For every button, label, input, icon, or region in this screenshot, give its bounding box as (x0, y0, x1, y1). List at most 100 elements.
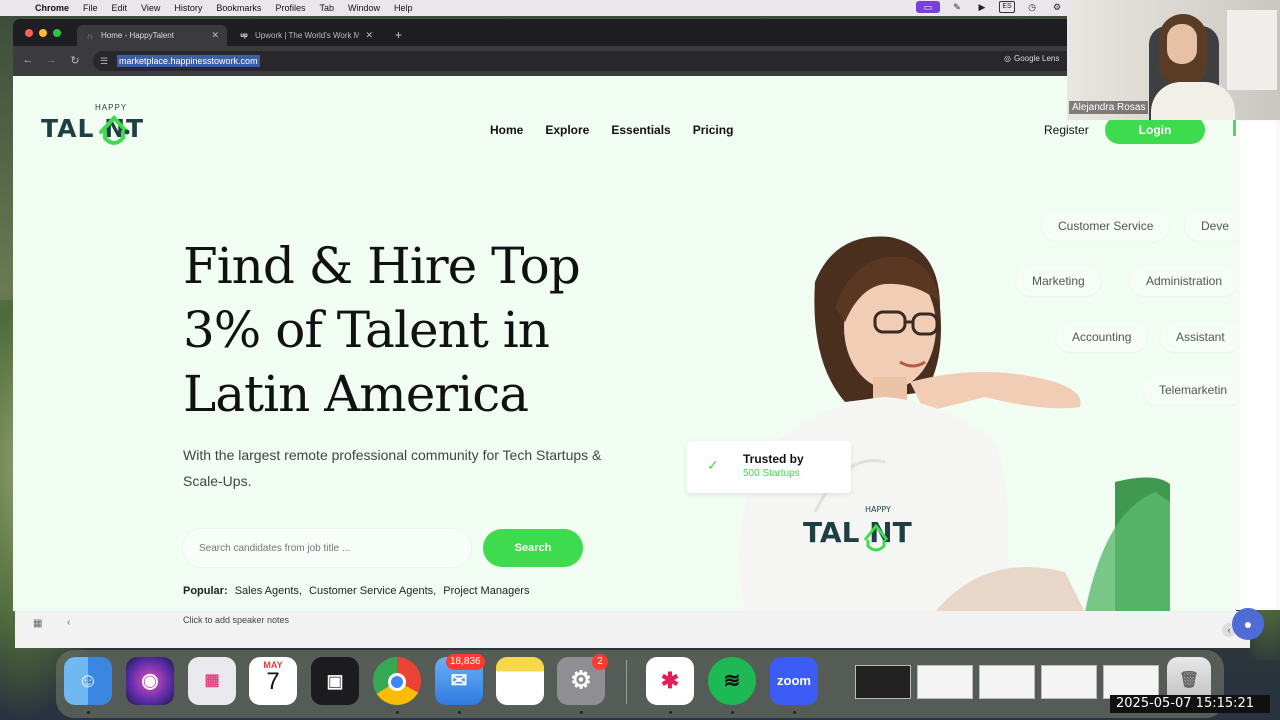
popular-link-customer-service[interactable]: Customer Service Agents, (309, 585, 436, 597)
search-button[interactable]: Search (483, 529, 583, 567)
menu-help[interactable]: Help (387, 3, 420, 13)
happytalent-favicon-icon: ∩ (86, 30, 94, 41)
tab-happytalent[interactable]: ∩ Home - HappyTalent ✕ (77, 25, 227, 46)
popular-link-sales-agents[interactable]: Sales Agents, (235, 585, 302, 597)
minimized-window-thumb[interactable] (855, 665, 911, 699)
menu-tab[interactable]: Tab (312, 3, 341, 13)
zoom-window-button[interactable] (53, 29, 61, 37)
chip-development[interactable]: Deve (1185, 211, 1236, 241)
presentation-side-panel (1236, 120, 1280, 610)
candidate-search-input[interactable]: Search candidates from job title ... (183, 529, 471, 567)
web-page: HAPPY TAL NT Home Explore Essentials Pri… (13, 76, 1236, 611)
chevron-left-icon[interactable]: ‹ (67, 617, 70, 628)
popular-label: Popular: (183, 585, 228, 597)
menu-bookmarks[interactable]: Bookmarks (209, 3, 268, 13)
close-window-button[interactable] (25, 29, 33, 37)
close-tab-icon[interactable]: ✕ (365, 30, 373, 41)
nav-explore[interactable]: Explore (545, 123, 589, 137)
site-info-icon[interactable]: ☰ (100, 56, 116, 67)
play-icon[interactable]: ▶ (974, 1, 990, 13)
checkmark-icon: ✓ (707, 457, 719, 473)
forward-icon[interactable]: → (44, 54, 58, 66)
nav-pricing[interactable]: Pricing (693, 123, 734, 137)
speaker-notes-input[interactable]: Click to add speaker notes (183, 615, 289, 625)
google-lens-button[interactable]: ◎ Google Lens (1004, 54, 1059, 63)
url-text[interactable]: marketplace.happinesstowork.com (117, 55, 260, 67)
participant-name: Alejandra Rosas (1069, 101, 1149, 114)
dock-running-dot (87, 711, 90, 714)
speaker-notes-bar: ▦ ‹ Click to add speaker notes ‹ (15, 611, 1250, 648)
menu-profiles[interactable]: Profiles (268, 3, 312, 13)
menu-app-name[interactable]: Chrome (28, 3, 76, 13)
dock-running-dot (396, 711, 399, 714)
grid-view-icon[interactable]: ▦ (33, 618, 42, 629)
time-machine-icon[interactable]: ◷ (1024, 1, 1040, 13)
input-source-icon[interactable]: ES (999, 1, 1015, 13)
window-controls (25, 29, 61, 37)
tab-title: Upwork | The World's Work Ma (255, 31, 360, 40)
close-tab-icon[interactable]: ✕ (211, 30, 219, 41)
side-panel-inner (1240, 122, 1276, 608)
screen-share-icon[interactable]: ▭ (916, 1, 940, 13)
notes-icon[interactable] (496, 657, 544, 705)
minimized-window-thumb[interactable] (917, 665, 973, 699)
chip-telemarketing[interactable]: Telemarketin (1143, 375, 1236, 405)
chip-administration[interactable]: Administration (1130, 266, 1236, 296)
address-bar[interactable]: ☰ marketplace.happinesstowork.com ◎ Goog… (93, 51, 1236, 71)
video-face (1167, 24, 1197, 64)
launchpad-icon[interactable]: ▦ (188, 657, 236, 705)
menu-history[interactable]: History (167, 3, 209, 13)
tab-upwork[interactable]: up Upwork | The World's Work Ma ✕ (231, 25, 381, 46)
nav-essentials[interactable]: Essentials (611, 123, 670, 137)
pen-icon[interactable]: ✎ (949, 1, 965, 13)
minimized-window-thumb[interactable] (1041, 665, 1097, 699)
hero-woman-image: HAPPY TAL NT (739, 236, 1170, 611)
search-placeholder: Search candidates from job title ... (199, 542, 351, 554)
nav-home[interactable]: Home (490, 123, 523, 137)
hero-title-line: 3% of Talent in (183, 301, 550, 359)
register-link[interactable]: Register (1044, 123, 1089, 137)
zoom-icon[interactable]: zoom (770, 657, 818, 705)
chrome-icon[interactable] (373, 657, 421, 705)
hero-subtitle: With the largest remote professional com… (183, 447, 602, 489)
badge-subtitle: 500 Startups (743, 468, 800, 479)
popular-link-project-managers[interactable]: Project Managers (443, 585, 529, 597)
new-tab-icon[interactable]: + (395, 28, 402, 42)
chip-assistant[interactable]: Assistant (1160, 322, 1236, 352)
lens-icon: ◎ (1004, 54, 1011, 63)
menu-edit[interactable]: Edit (105, 3, 135, 13)
minimized-window-thumb[interactable] (979, 665, 1035, 699)
dock-running-dot (458, 711, 461, 714)
spotify-icon[interactable]: ≋ (708, 657, 756, 705)
chip-marketing[interactable]: Marketing (1016, 266, 1101, 296)
happytalent-logo[interactable]: HAPPY TAL NT (41, 100, 176, 160)
browser-window: ∩ Home - HappyTalent ✕ up Upwork | The W… (13, 19, 1236, 611)
siri-icon[interactable]: ◉ (126, 657, 174, 705)
reload-icon[interactable]: ↻ (68, 54, 82, 67)
minimized-window-thumb[interactable] (1103, 665, 1159, 699)
hero-title-line: Find & Hire Top (183, 237, 581, 295)
menu-view[interactable]: View (134, 3, 167, 13)
calendar-icon[interactable]: MAY 7 (249, 657, 297, 705)
shirt-talent-text: TAL NT (803, 516, 912, 549)
badge-title: Trusted by (743, 452, 804, 466)
minimize-window-button[interactable] (39, 29, 47, 37)
video-body (1151, 82, 1235, 120)
chat-support-icon[interactable]: ● (1232, 608, 1264, 640)
finder-icon[interactable]: ☺ (64, 657, 112, 705)
browser-toolbar: ← → ↻ ☰ marketplace.happinesstowork.com … (13, 46, 1236, 76)
control-center-icon[interactable]: ⚙ (1049, 1, 1065, 13)
slack-icon[interactable]: ✱ (646, 657, 694, 705)
back-icon[interactable]: ← (21, 54, 35, 66)
video-participant-tile: Alejandra Rosas (1067, 0, 1280, 120)
screen-layout-app-icon[interactable]: ▣ (311, 657, 359, 705)
menu-window[interactable]: Window (341, 3, 387, 13)
main-nav: Home Explore Essentials Pricing (490, 123, 733, 137)
tab-title: Home - HappyTalent (101, 31, 174, 40)
chip-customer-service[interactable]: Customer Service (1042, 211, 1170, 241)
menu-file[interactable]: File (76, 3, 105, 13)
chip-accounting[interactable]: Accounting (1056, 322, 1148, 352)
mail-badge: 18,836 (446, 654, 485, 670)
tab-bar: ∩ Home - HappyTalent ✕ up Upwork | The W… (13, 19, 1236, 46)
login-button[interactable]: Login (1105, 116, 1205, 144)
